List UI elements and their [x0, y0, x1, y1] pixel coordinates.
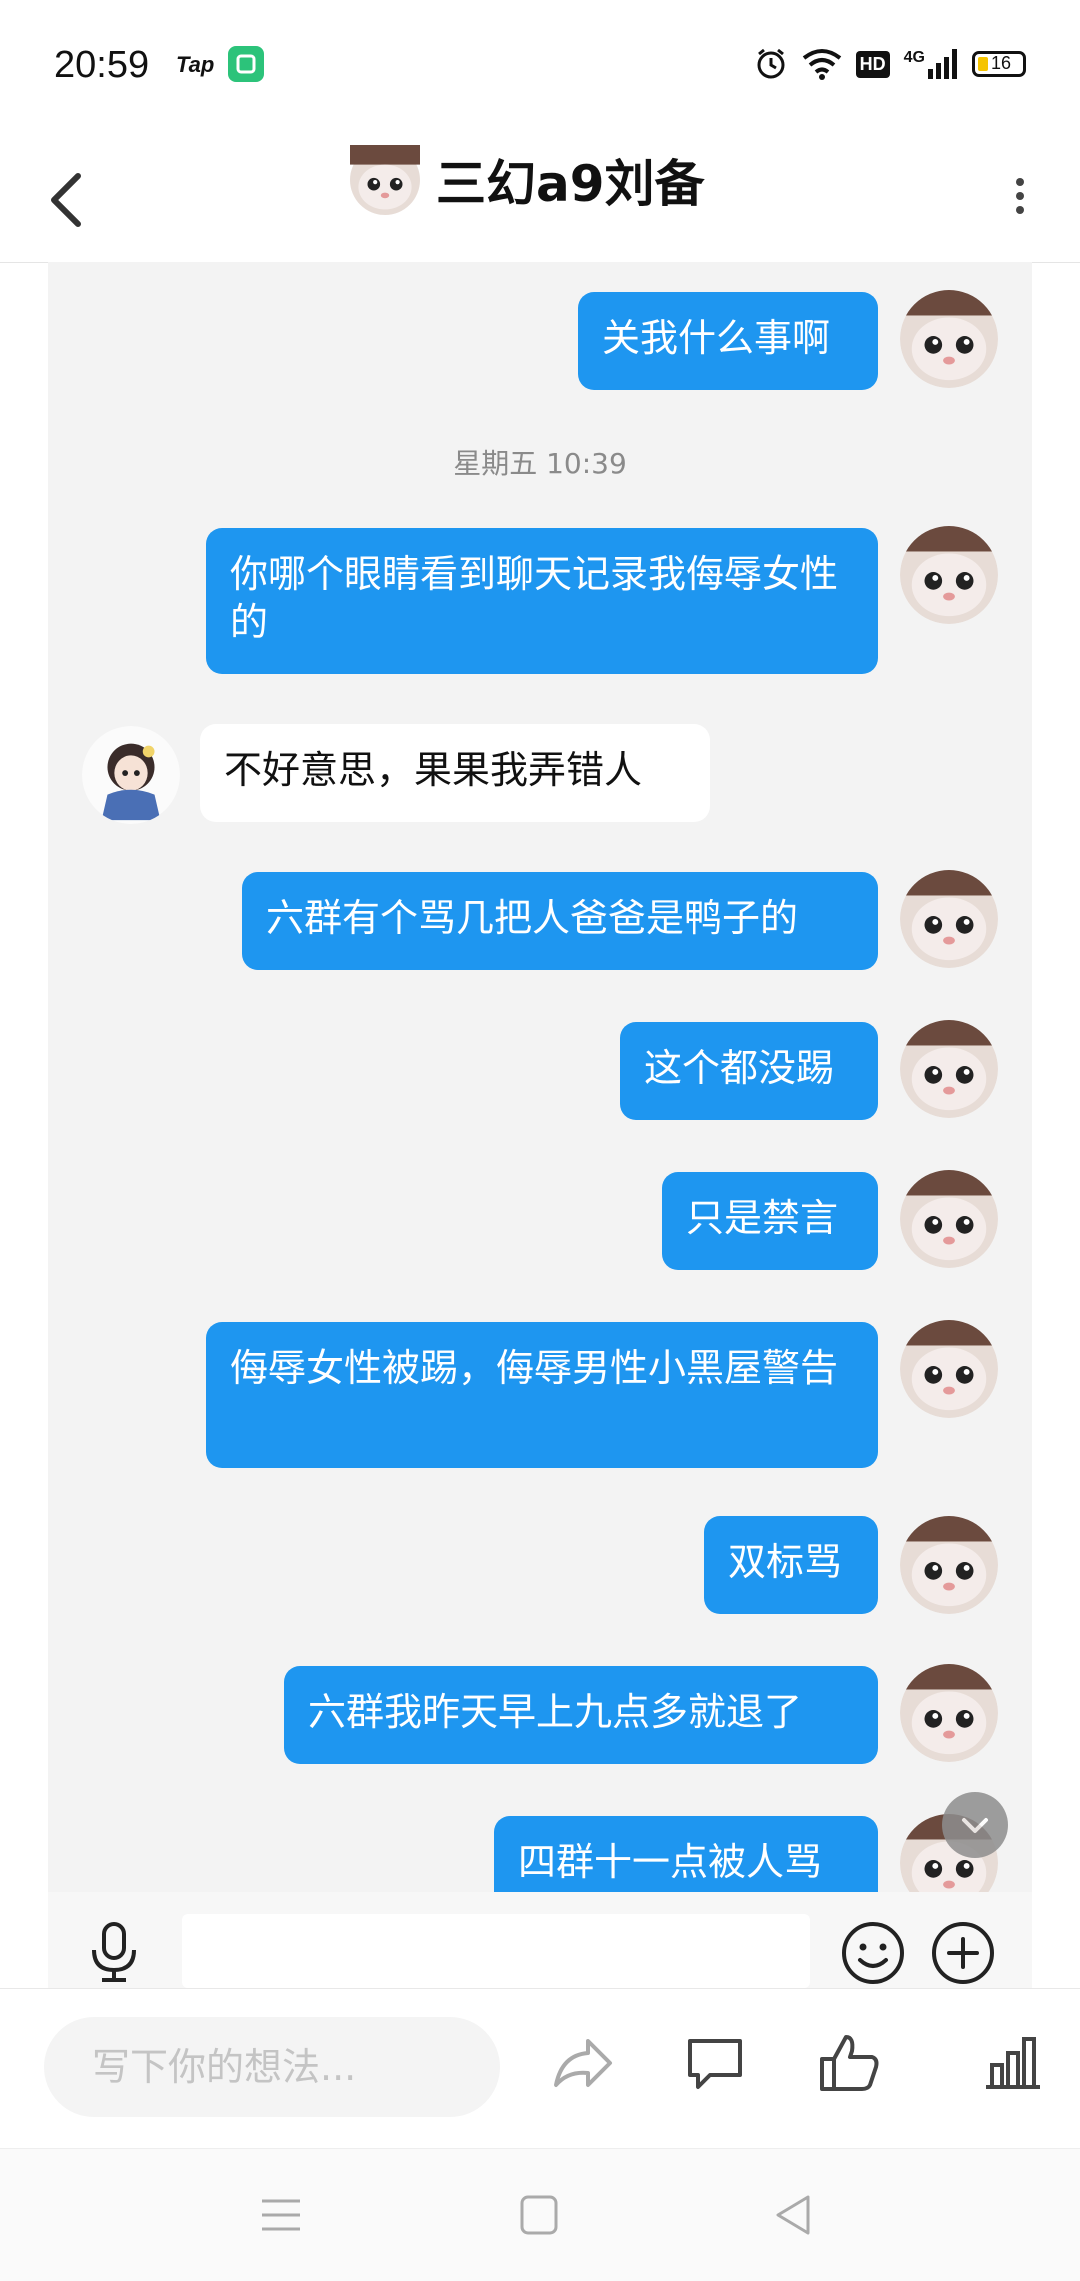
- message-text: 这个都没踢: [644, 1046, 835, 1090]
- message-text: 你哪个眼睛看到聊天记录我侮辱女性的: [230, 552, 839, 644]
- system-nav-bar: [0, 2148, 1080, 2281]
- scroll-down-button[interactable]: [942, 1792, 1008, 1858]
- message-text: 只是禁言: [686, 1196, 839, 1240]
- chevron-down-icon: [962, 1818, 988, 1833]
- back-arrow-icon[interactable]: [40, 154, 100, 234]
- page-title: 三幻a9刘备: [436, 155, 705, 213]
- message-bubble-out[interactable]: 你哪个眼睛看到聊天记录我侮辱女性的: [206, 528, 878, 674]
- battery-level: 16: [991, 53, 1012, 73]
- message-text: 四群十一点被人骂: [518, 1840, 823, 1884]
- message-bubble-out[interactable]: 关我什么事啊: [578, 292, 878, 390]
- back-nav-icon[interactable]: [768, 2193, 818, 2241]
- message-bubble-out[interactable]: 四群十一点被人骂: [494, 1816, 878, 1892]
- stats-icon[interactable]: [978, 2029, 1048, 2103]
- share-icon[interactable]: [548, 2029, 618, 2103]
- comment-input[interactable]: 写下你的想法...: [44, 2017, 500, 2117]
- message-bubble-out[interactable]: 六群有个骂几把人爸爸是鸭子的: [242, 872, 878, 970]
- message-text: 关我什么事啊: [602, 316, 831, 360]
- wifi-icon: [802, 48, 842, 80]
- like-icon[interactable]: [814, 2029, 884, 2103]
- my-avatar[interactable]: [900, 870, 998, 968]
- message-bubble-out[interactable]: 双标骂: [704, 1516, 878, 1614]
- chat-header: 三幻a9刘备: [0, 130, 1080, 263]
- contact-avatar[interactable]: [82, 726, 180, 824]
- hd-icon: HD: [855, 50, 890, 78]
- my-avatar[interactable]: [900, 1020, 998, 1118]
- header-title-group[interactable]: 三幻a9刘备: [350, 144, 705, 216]
- battery-icon: 16: [972, 51, 1026, 77]
- message-bubble-out[interactable]: 这个都没踢: [620, 1022, 878, 1120]
- my-avatar[interactable]: [900, 1320, 998, 1418]
- message-text: 六群有个骂几把人爸爸是鸭子的: [266, 896, 799, 940]
- 4g-signal-icon: 4G: [904, 49, 958, 79]
- message-input-bar: [48, 1892, 1032, 1988]
- message-text: 不好意思，果果我弄错人: [224, 748, 643, 792]
- message-bubble-out[interactable]: 六群我昨天早上九点多就退了: [284, 1666, 878, 1764]
- message-bubble-out[interactable]: 只是禁言: [662, 1172, 878, 1270]
- contact-avatar[interactable]: [350, 145, 420, 215]
- message-text: 双标骂: [728, 1540, 843, 1584]
- status-bar: 20:59 Tap HD 4G 16: [0, 0, 1080, 130]
- app-label: Tap: [176, 52, 215, 77]
- message-text: 侮辱女性被踢，侮辱男性小黑屋警告: [230, 1346, 839, 1390]
- my-avatar[interactable]: [900, 290, 998, 388]
- status-time: 20:59: [54, 44, 150, 86]
- message-input[interactable]: [182, 1914, 810, 1988]
- post-action-bar: 写下你的想法...: [0, 1988, 1080, 2149]
- emoji-icon[interactable]: [840, 1920, 906, 1990]
- my-avatar[interactable]: [900, 1664, 998, 1762]
- comment-icon[interactable]: [680, 2029, 750, 2103]
- alarm-icon: [754, 47, 788, 81]
- network-label: 4G: [903, 49, 925, 66]
- message-bubble-out[interactable]: 侮辱女性被踢，侮辱男性小黑屋警告: [206, 1322, 878, 1468]
- chat-message-list[interactable]: 关我什么事啊 星期五 10:39 你哪个眼睛看到聊天记录我侮辱女性的 不好意思，…: [48, 262, 1032, 1892]
- app-notification-icon: [228, 46, 264, 82]
- message-bubble-in[interactable]: 不好意思，果果我弄错人: [200, 724, 710, 822]
- message-timestamp: 星期五 10:39: [453, 447, 627, 480]
- my-avatar[interactable]: [900, 526, 998, 624]
- home-nav-icon[interactable]: [514, 2193, 564, 2241]
- menu-nav-icon[interactable]: [256, 2193, 306, 2241]
- more-vertical-icon[interactable]: [1000, 154, 1040, 234]
- my-avatar[interactable]: [900, 1170, 998, 1268]
- my-avatar[interactable]: [900, 1516, 998, 1614]
- microphone-icon[interactable]: [84, 1920, 144, 1988]
- plus-icon[interactable]: [930, 1920, 996, 1990]
- message-text: 六群我昨天早上九点多就退了: [308, 1690, 803, 1734]
